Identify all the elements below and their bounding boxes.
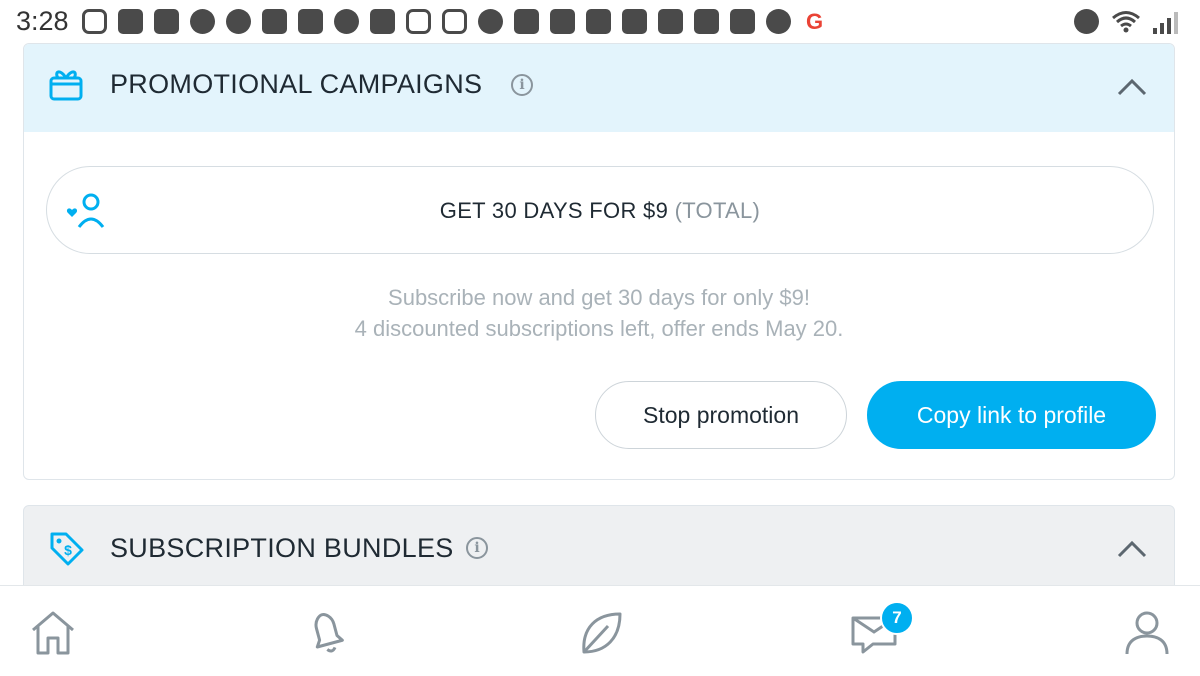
subscription-bundles-header[interactable]: $ SUBSCRIPTION BUNDLES i [23, 505, 1175, 595]
stop-promotion-button[interactable]: Stop promotion [595, 381, 847, 449]
amazon-icon [586, 9, 611, 34]
info-icon[interactable]: i [466, 537, 488, 559]
copy-link-button[interactable]: Copy link to profile [867, 381, 1156, 449]
notification-icons: G [82, 9, 827, 34]
profile-icon[interactable] [1122, 608, 1172, 658]
google-icon: G [805, 9, 824, 34]
system-icons [1074, 9, 1178, 34]
mewe-icon [298, 9, 323, 34]
price-tag-icon: $ [50, 532, 84, 566]
image-icon [622, 9, 647, 34]
bell-icon[interactable] [302, 608, 352, 658]
chat-icon [154, 9, 179, 34]
assistant-icon [766, 9, 791, 34]
shopping-bag-icon [262, 9, 287, 34]
home-icon[interactable] [28, 608, 78, 658]
promotion-description: Subscribe now and get 30 days for only $… [24, 282, 1174, 344]
section-title: PROMOTIONAL CAMPAIGNS [110, 69, 483, 99]
messages-badge: 7 [880, 601, 914, 635]
bottom-navigation [0, 585, 1200, 676]
plug-icon [730, 9, 755, 34]
description-line-1: Subscribe now and get 30 days for only $… [388, 285, 810, 310]
promotional-campaigns-card: PROMOTIONAL CAMPAIGNS i GET 30 DAYS FOR … [23, 43, 1175, 480]
instagram-icon [82, 9, 107, 34]
offer-main: GET 30 DAYS FOR $9 [439, 198, 669, 223]
promotional-campaigns-header[interactable]: PROMOTIONAL CAMPAIGNS i [24, 44, 1174, 132]
hand-icon [118, 9, 143, 34]
section-title: SUBSCRIPTION BUNDLES [110, 533, 454, 563]
chevron-up-icon[interactable] [1116, 77, 1148, 97]
alarm-icon [478, 9, 503, 34]
status-time: 3:28 [16, 6, 69, 36]
plug-icon [658, 9, 683, 34]
svg-text:$: $ [64, 542, 72, 558]
plug-icon [694, 9, 719, 34]
instagram-icon [406, 9, 431, 34]
add-person-icon [226, 9, 251, 34]
alarm-icon [1074, 9, 1099, 34]
chevron-up-icon[interactable] [1116, 539, 1148, 559]
folder-icon [550, 9, 575, 34]
messenger-icon [190, 9, 215, 34]
leaf-icon[interactable] [576, 608, 626, 658]
cloud-icon [334, 9, 359, 34]
info-icon[interactable]: i [511, 74, 533, 96]
instagram-icon [442, 9, 467, 34]
gift-icon [49, 70, 83, 101]
promotion-item[interactable]: GET 30 DAYS FOR $9 (TOTAL) [46, 166, 1154, 254]
promotion-offer: GET 30 DAYS FOR $9 (TOTAL) [47, 198, 1153, 224]
wifi-icon [1112, 10, 1140, 32]
offer-suffix: (TOTAL) [674, 198, 761, 223]
description-line-2: 4 discounted subscriptions left, offer e… [354, 316, 844, 341]
signal-icon [1153, 10, 1178, 34]
apps-icon [514, 9, 539, 34]
facebook-icon [370, 9, 395, 34]
status-bar: 3:28 G [0, 0, 1200, 44]
